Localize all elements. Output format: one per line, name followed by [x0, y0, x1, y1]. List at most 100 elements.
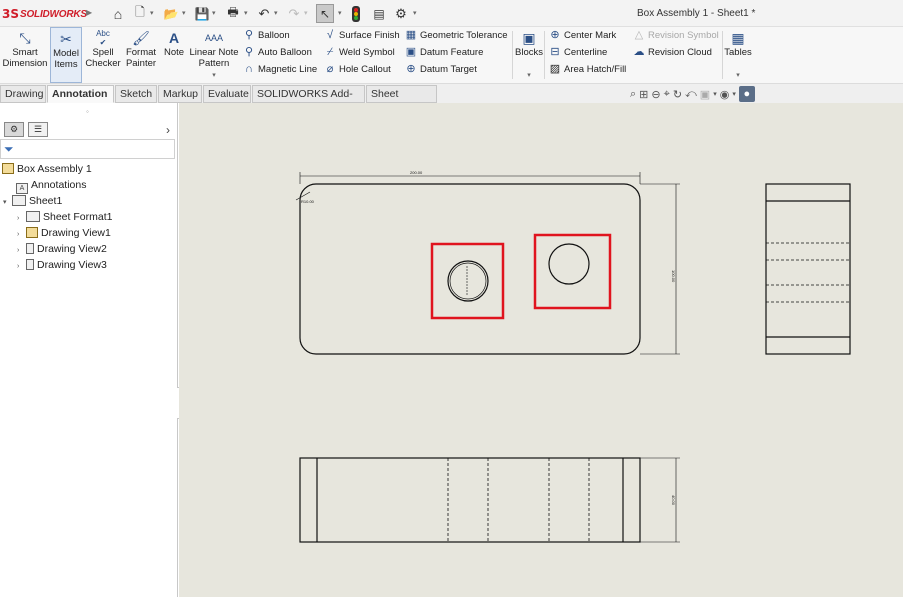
print-dropdown-icon[interactable]: ▾ — [244, 9, 248, 17]
tab-solidworks-add-ins[interactable]: SOLIDWORKS Add-Ins — [252, 85, 365, 117]
panel-resize-handle[interactable]: ◦ — [86, 107, 89, 116]
zoom-to-area-icon[interactable]: ⊞ — [639, 88, 648, 101]
options-dropdown-icon[interactable]: ▾ — [413, 9, 417, 17]
zoom-to-selection-icon[interactable]: ⌖ — [664, 88, 670, 101]
zoom-in-out-icon[interactable]: ⊖ — [651, 88, 660, 101]
tab-drawing[interactable]: Drawing — [0, 85, 46, 103]
rebuild-traffic-light-icon[interactable] — [349, 4, 363, 23]
zoom-to-fit-icon[interactable]: ⌕ — [630, 88, 636, 101]
tables-button[interactable]: ▦ Tables ▾ — [724, 27, 752, 83]
tree-item-annotations[interactable]: A Annotations — [16, 177, 86, 194]
tree-drawing-view1-label: Drawing View1 — [41, 227, 111, 239]
panel-tabs-expand-icon[interactable]: › — [166, 123, 170, 137]
linear-note-pattern-label-1: Linear Note — [189, 47, 239, 58]
format-painter-button[interactable]: 🖌 Format Painter — [123, 27, 159, 83]
tree-item-sheet-format1[interactable]: › Sheet Format1 — [17, 209, 112, 225]
drawing-sheet: 200.00 R10.00 100.00 40.00 — [295, 170, 851, 543]
bottom-view[interactable] — [299, 457, 680, 543]
tab-sketch[interactable]: Sketch — [115, 85, 157, 103]
tree-item-sheet1[interactable]: ▾ Sheet1 — [3, 193, 62, 209]
redo-icon[interactable]: ↷ — [286, 4, 302, 23]
property-manager-tab-icon[interactable]: ☰ — [28, 122, 48, 137]
auto-balloon-button[interactable]: ⚲ Auto Balloon — [242, 44, 312, 60]
tree-item-drawing-view2[interactable]: › Drawing View2 — [17, 241, 107, 257]
drawing-canvas[interactable]: 200.00 R10.00 100.00 40.00 — [179, 103, 903, 597]
geometric-tolerance-button[interactable]: ▦ Geometric Tolerance — [404, 27, 508, 43]
rotate-view-icon[interactable]: ↻ — [673, 88, 682, 101]
centerline-icon: ⊟ — [550, 46, 560, 58]
tables-dropdown-icon[interactable]: ▾ — [736, 72, 740, 79]
datum-target-button[interactable]: ⊕ Datum Target — [404, 61, 476, 77]
hole-callout-button[interactable]: ⌀ Hole Callout — [323, 61, 391, 77]
open-dropdown-icon[interactable]: ▾ — [182, 9, 186, 17]
datum-feature-button[interactable]: ▣ Datum Feature — [404, 44, 484, 60]
center-mark-icon: ⊕ — [550, 29, 560, 41]
balloon-icon: ⚲ — [244, 29, 254, 41]
menu-expand-icon[interactable]: ▶ — [86, 8, 92, 17]
linear-note-pattern-dropdown-icon[interactable]: ▾ — [212, 72, 216, 79]
center-mark-label: Center Mark — [564, 30, 617, 41]
center-mark-button[interactable]: ⊕ Center Mark — [548, 27, 616, 43]
options-gear-icon[interactable]: ⚙ — [393, 4, 409, 23]
spell-checker-icon: Abc ✔ — [96, 29, 110, 47]
model-items-button[interactable]: ✂ Model Items — [50, 27, 82, 83]
note-button[interactable]: A Note — [161, 27, 187, 83]
format-painter-brush-icon: 🖌 — [132, 30, 150, 46]
revision-cloud-button[interactable]: ☁ Revision Cloud — [632, 44, 712, 60]
tab-sheet-format[interactable]: Sheet Format — [366, 85, 437, 117]
expand-arrow-icon[interactable]: › — [17, 259, 26, 275]
save-icon[interactable]: 💾 — [194, 4, 210, 23]
revision-symbol-button[interactable]: △ Revision Symbol — [632, 27, 719, 43]
save-dropdown-icon[interactable]: ▾ — [212, 9, 216, 17]
dimension-fillet-radius[interactable]: R10.00 — [301, 199, 315, 204]
previous-view-icon[interactable]: ⤺ — [685, 88, 697, 101]
area-hatch-fill-button[interactable]: ▨ Area Hatch/Fill — [548, 61, 627, 77]
side-view[interactable] — [765, 183, 851, 355]
undo-icon[interactable]: ↶ — [256, 4, 272, 23]
weld-symbol-button[interactable]: ⌿ Weld Symbol — [323, 44, 395, 60]
blocks-button[interactable]: ▣ Blocks ▾ — [514, 27, 544, 83]
file-properties-icon[interactable]: ▤ — [371, 4, 387, 23]
front-view-dimensions[interactable] — [295, 172, 680, 355]
balloon-label: Balloon — [258, 30, 290, 41]
dimension-top-width[interactable]: 200.00 — [410, 170, 423, 175]
hide-show-dropdown-icon[interactable]: ▾ — [732, 90, 736, 98]
tab-annotation[interactable]: Annotation — [47, 85, 114, 103]
magnetic-line-button[interactable]: ∩ Magnetic Line — [242, 61, 317, 77]
dimension-thickness[interactable]: 40.00 — [671, 495, 676, 506]
tab-evaluate[interactable]: Evaluate — [203, 85, 251, 103]
solidworks-logo[interactable]: 3S SOLIDWORKS — [2, 6, 87, 22]
open-folder-icon[interactable]: 📂 — [162, 4, 180, 23]
title-bar: 3S SOLIDWORKS ▶ ⌂ 🗋 ▾ 📂 ▾ 💾 ▾ 🖶 ▾ ↶ ▾ ↷ … — [0, 0, 903, 27]
front-view[interactable] — [299, 183, 641, 355]
magnetic-line-icon: ∩ — [245, 63, 253, 75]
tree-item-drawing-view1[interactable]: › Drawing View1 — [17, 225, 111, 241]
feature-manager-tab-icon[interactable]: ⚙ — [4, 122, 24, 137]
home-icon[interactable]: ⌂ — [109, 4, 127, 23]
print-icon[interactable]: 🖶 — [224, 4, 242, 23]
centerline-button[interactable]: ⊟ Centerline — [548, 44, 607, 60]
undo-dropdown-icon[interactable]: ▾ — [274, 9, 278, 17]
new-dropdown-icon[interactable]: ▾ — [150, 9, 154, 17]
tab-markup[interactable]: Markup — [158, 85, 202, 103]
redo-dropdown-icon[interactable]: ▾ — [304, 9, 308, 17]
select-dropdown-icon[interactable]: ▾ — [338, 9, 342, 17]
appearance-sphere-icon[interactable]: ● — [738, 86, 755, 102]
collapse-arrow-icon[interactable]: ▾ — [3, 195, 12, 211]
tree-item-drawing-view3[interactable]: › Drawing View3 — [17, 257, 107, 273]
blocks-dropdown-icon[interactable]: ▾ — [527, 72, 531, 79]
tree-item-box-assembly[interactable]: Box Assembly 1 — [2, 161, 92, 177]
smart-dimension-button[interactable]: ⤡ Smart Dimension — [2, 27, 48, 83]
select-cursor-icon[interactable]: ↖ — [316, 4, 334, 23]
feature-tree-filter[interactable]: ⏷ — [0, 139, 175, 159]
spell-checker-button[interactable]: Abc ✔ Spell Checker — [85, 27, 121, 83]
display-style-dropdown-icon[interactable]: ▾ — [713, 90, 717, 98]
new-document-icon[interactable]: 🗋 — [132, 4, 148, 23]
display-style-icon[interactable]: ▣ — [700, 88, 710, 101]
balloon-button[interactable]: ⚲ Balloon — [242, 27, 290, 43]
dimension-height[interactable]: 100.00 — [671, 270, 676, 283]
hide-show-items-icon[interactable]: ◉ — [720, 88, 730, 101]
surface-finish-button[interactable]: √ Surface Finish — [323, 27, 400, 43]
linear-note-pattern-button[interactable]: AAA Linear Note Pattern ▾ — [189, 27, 239, 83]
tables-label: Tables — [724, 47, 752, 58]
